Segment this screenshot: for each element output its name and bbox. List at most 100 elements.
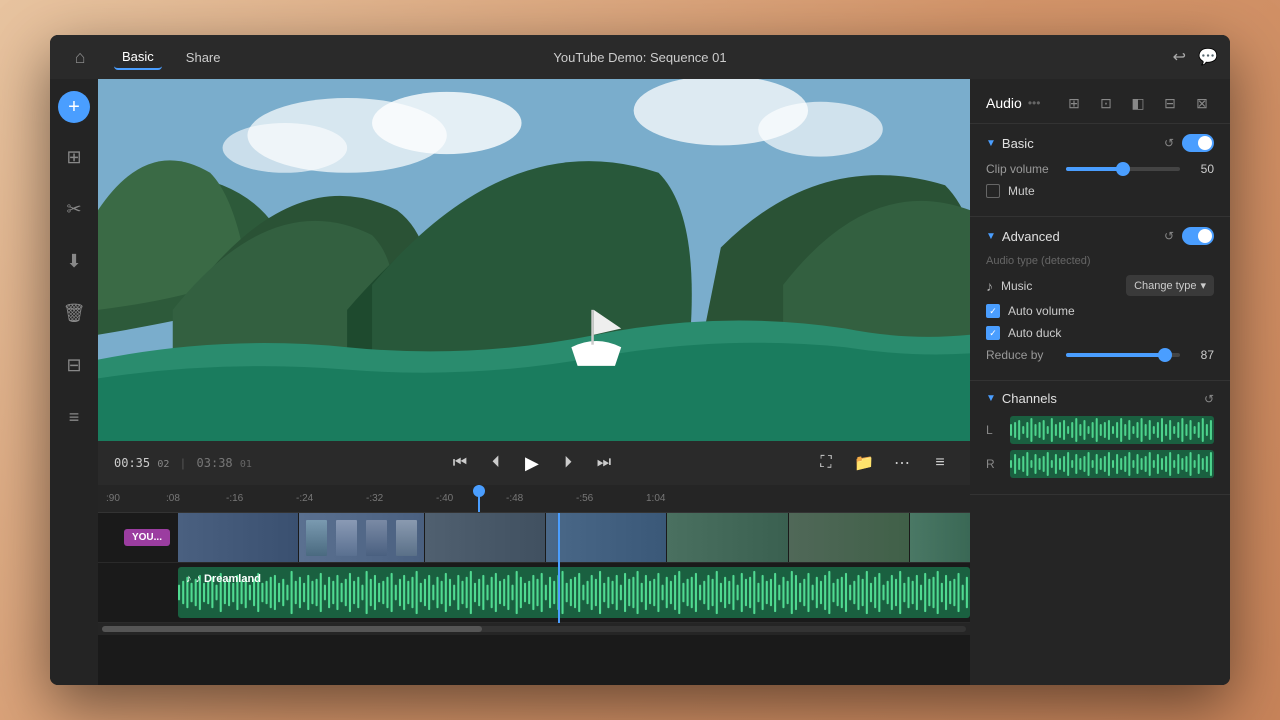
video-clip-1[interactable] (178, 513, 298, 562)
audio-type-detected: Audio type (detected) (986, 255, 1214, 267)
video-clip-2[interactable] (299, 513, 423, 562)
panel-menu-dot[interactable]: ••• (1028, 96, 1041, 110)
panel-icon-3[interactable]: ◧ (1126, 91, 1150, 115)
settings-icon[interactable]: ≡ (926, 449, 954, 477)
advanced-reset-icon[interactable]: ↺ (1164, 229, 1174, 243)
clip-volume-slider[interactable] (1066, 167, 1180, 171)
download-icon[interactable]: ⬇ (56, 243, 92, 279)
auto-volume-checkbox[interactable]: ✓ (986, 304, 1000, 318)
step-back-button[interactable]: ⏴ (482, 449, 510, 477)
clip-volume-row: Clip volume 50 (986, 162, 1214, 176)
advanced-section: ▼ Advanced ↺ Audio type (detected) ♪ Mus… (970, 217, 1230, 381)
video-clip-7[interactable] (910, 513, 970, 562)
undo-icon[interactable]: ↩ (1173, 47, 1186, 67)
video-track-content[interactable] (178, 513, 970, 562)
mute-row: Mute (986, 184, 1214, 198)
audio-track-label: ♪ ♪ Dreamland (186, 573, 261, 585)
channels-reset-icon[interactable]: ↺ (1204, 392, 1214, 406)
reduce-by-slider[interactable] (1066, 353, 1180, 357)
header-right: ↩ 💬 (1173, 47, 1218, 67)
auto-volume-row: ✓ Auto volume (986, 304, 1214, 318)
mute-checkbox[interactable] (986, 184, 1000, 198)
nav-share[interactable]: Share (178, 46, 229, 69)
audio-track-content-wrapper[interactable]: ♪ ♪ Dreamland (178, 563, 970, 622)
transport-right: ⛶ 📁 ⋯ ≡ (812, 449, 954, 477)
channels-section-title: Channels (1002, 391, 1057, 406)
chat-icon[interactable]: 💬 (1198, 47, 1218, 67)
fullscreen-icon[interactable]: ⛶ (812, 449, 840, 477)
skip-end-button[interactable]: ⏭ (590, 449, 618, 477)
auto-duck-check: ✓ (989, 328, 997, 339)
step-forward-button[interactable]: ⏵ (554, 449, 582, 477)
add-button[interactable]: + (58, 91, 90, 123)
auto-duck-checkbox[interactable]: ✓ (986, 326, 1000, 340)
advanced-section-title: Advanced (1002, 229, 1060, 244)
reduce-by-fill (1066, 353, 1165, 357)
track-label-video: YOU... (98, 529, 178, 546)
main-content: + ⊞ ✂ ⬇ 🗑 ⊟ ≡ (50, 79, 1230, 685)
audio-type-label: Music (1001, 279, 1118, 293)
delete-icon[interactable]: 🗑 (56, 295, 92, 331)
audio-waveform-container: ♪ ♪ Dreamland (178, 567, 970, 618)
reduce-by-thumb[interactable] (1158, 348, 1172, 362)
cut-icon[interactable]: ✂ (56, 191, 92, 227)
channel-r-row: R (986, 450, 1214, 478)
media-icon[interactable]: ⊞ (56, 139, 92, 175)
layout-icon[interactable]: ⊟ (56, 347, 92, 383)
clip-volume-thumb[interactable] (1116, 162, 1130, 176)
video-clip-4[interactable] (546, 513, 666, 562)
export-icon[interactable]: 📁 (850, 449, 878, 477)
list-icon[interactable]: ≡ (56, 399, 92, 435)
panel-icon-2[interactable]: ⊡ (1094, 91, 1118, 115)
auto-duck-label: Auto duck (1008, 326, 1061, 340)
clip-volume-value: 50 (1190, 162, 1214, 176)
total-time: 03:38 01 (197, 456, 252, 470)
channels-section-controls: ↺ (1204, 392, 1214, 406)
advanced-collapse-icon[interactable]: ▼ (986, 231, 996, 242)
audio-type-row: ♪ Music Change type ▾ (986, 275, 1214, 296)
video-clip-5[interactable] (667, 513, 787, 562)
clip-volume-fill (1066, 167, 1123, 171)
video-clip-3[interactable] (425, 513, 545, 562)
audio-panel: Audio ••• ⊞ ⊡ ◧ ⊟ ⊠ ▼ Basic (970, 79, 1230, 685)
panel-header: Audio ••• ⊞ ⊡ ◧ ⊟ ⊠ (970, 79, 1230, 124)
advanced-section-header: ▼ Advanced ↺ (986, 227, 1214, 245)
timeline-scrollbar[interactable] (98, 623, 970, 635)
panel-icon-1[interactable]: ⊞ (1062, 91, 1086, 115)
audio-waveform: /* We'll generate this inline */ (178, 567, 970, 618)
panel-icon-5[interactable]: ⊠ (1190, 91, 1214, 115)
scrollbar-track (102, 626, 966, 632)
scrollbar-thumb[interactable] (102, 626, 482, 632)
preview-video (98, 79, 970, 441)
track-tag: YOU... (124, 529, 170, 546)
advanced-toggle[interactable] (1182, 227, 1214, 245)
nav-edit[interactable]: Basic (114, 45, 162, 70)
channels-collapse-icon[interactable]: ▼ (986, 393, 996, 404)
basic-section-header: ▼ Basic ↺ (986, 134, 1214, 152)
channel-r-label: R (986, 457, 1002, 471)
panel-icon-4[interactable]: ⊟ (1158, 91, 1182, 115)
home-icon[interactable]: ⌂ (62, 39, 98, 75)
clip-volume-label: Clip volume (986, 162, 1056, 176)
basic-collapse-icon[interactable]: ▼ (986, 138, 996, 149)
transport-controls: ⏮ ⏴ ▶ ⏵ ⏭ (264, 449, 800, 477)
change-type-button[interactable]: Change type ▾ (1126, 275, 1214, 296)
playhead-head (473, 485, 485, 497)
music-note-icon: ♪ (986, 278, 993, 294)
auto-volume-label: Auto volume (1008, 304, 1075, 318)
reduce-by-label: Reduce by (986, 348, 1056, 362)
video-track: YOU... (98, 513, 970, 563)
header-left: ⌂ Basic Share (62, 39, 229, 75)
mute-label: Mute (1008, 184, 1035, 198)
more-icon[interactable]: ⋯ (888, 449, 916, 477)
basic-section-title: Basic (1002, 136, 1034, 151)
play-button[interactable]: ▶ (518, 449, 546, 477)
skip-start-button[interactable]: ⏮ (446, 449, 474, 477)
channel-l-row: L (986, 416, 1214, 444)
basic-section-controls: ↺ (1164, 134, 1214, 152)
video-clip-6[interactable] (789, 513, 909, 562)
basic-toggle[interactable] (1182, 134, 1214, 152)
channel-l-waveform (1010, 416, 1214, 444)
basic-reset-icon[interactable]: ↺ (1164, 136, 1174, 150)
channels-section: ▼ Channels ↺ L (970, 381, 1230, 495)
